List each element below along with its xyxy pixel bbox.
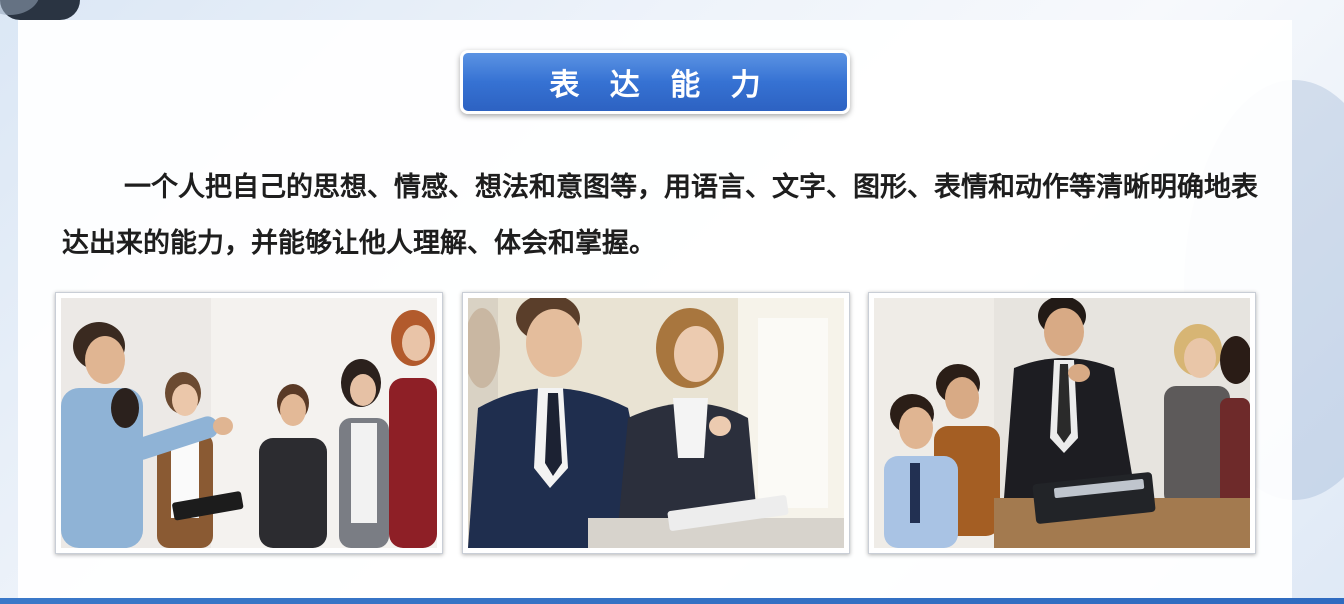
group-discussion-photo-icon [61, 298, 437, 548]
photo-business-meeting [462, 292, 850, 554]
photo-office-team [868, 292, 1256, 554]
definition-paragraph: 一个人把自己的思想、情感、想法和意图等，用语言、文字、图形、表情和动作等清晰明确… [62, 160, 1262, 272]
bottom-accent-bar [0, 598, 1344, 604]
slide-title: 表 达 能 力 [549, 68, 771, 103]
title-badge: 表 达 能 力 [460, 50, 850, 114]
paragraph-line-1: 一个人把自己的思想、情感、想法和意图等，用语言、文字、图形、表情和动作等 [124, 172, 1096, 203]
photo-group-discussion [55, 292, 443, 554]
business-meeting-photo-icon [468, 298, 844, 548]
office-team-photo-icon [874, 298, 1250, 548]
